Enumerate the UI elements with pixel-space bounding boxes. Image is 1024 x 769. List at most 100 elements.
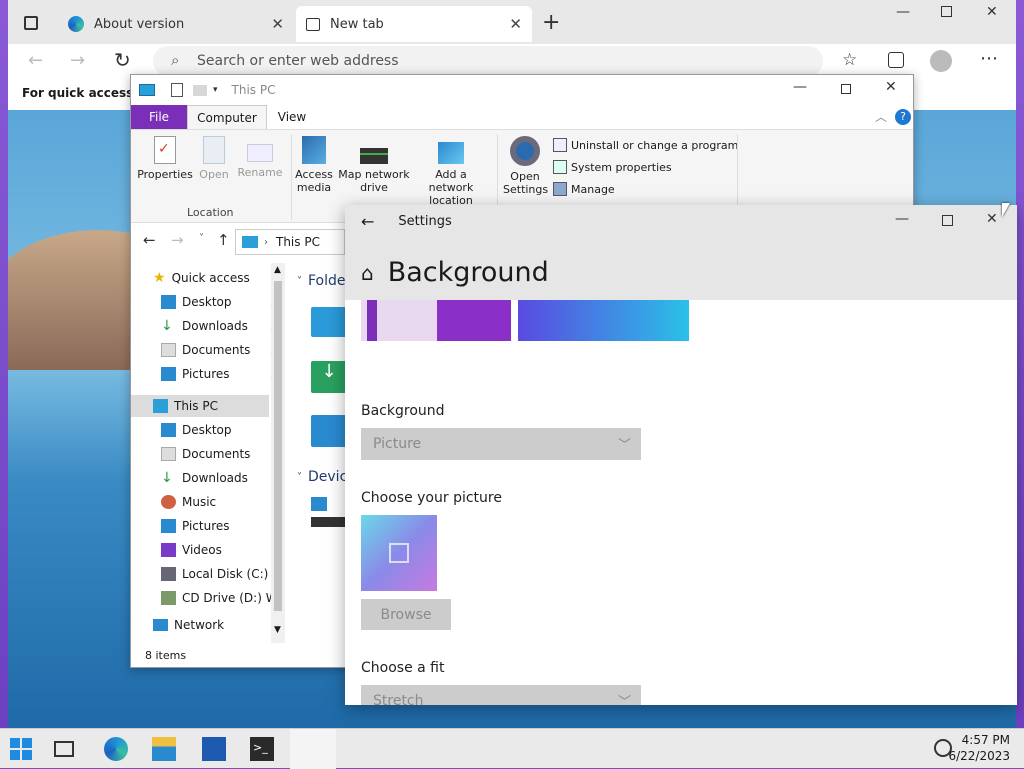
tab-actions-icon[interactable] (24, 16, 38, 30)
nav-pc-documents[interactable]: Documents (161, 443, 311, 465)
clock[interactable]: 4:57 PM 6/22/2023 (948, 732, 1010, 764)
close-icon[interactable]: ✕ (885, 79, 897, 95)
chevron-down-icon: ﹀ (617, 695, 631, 705)
access-media-button[interactable]: Access media (293, 136, 335, 194)
tab-new-tab[interactable]: New tab ✕ (296, 6, 532, 42)
folder-qa-icon[interactable] (193, 84, 207, 96)
windows-drive-icon[interactable] (311, 497, 327, 511)
minimize-icon[interactable]: — (895, 211, 909, 227)
address-chevron-icon: › (264, 236, 268, 248)
back-icon[interactable]: ← (143, 231, 156, 249)
folders-group-header[interactable]: ˅ Folde (297, 273, 346, 289)
nav-this-pc[interactable]: This PC (131, 395, 269, 417)
manage-button[interactable]: Manage (553, 182, 615, 196)
download-icon: ↓ (161, 470, 173, 486)
settings-header: ← Settings — ✕ ⌂ Background (345, 205, 1017, 300)
properties-icon: ✓ (154, 136, 176, 164)
location-group-label: Location (187, 206, 234, 219)
add-network-location-button[interactable]: Add a network location (413, 136, 489, 207)
terminal-icon[interactable]: >_ (250, 737, 274, 761)
uninstall-program-button[interactable]: Uninstall or change a program (553, 138, 738, 152)
tab-file[interactable]: File (131, 105, 187, 129)
devices-group-header[interactable]: ˅ Devic (297, 469, 347, 485)
chevron-down-icon: ˅ (297, 275, 302, 287)
tab-about-version[interactable]: About version ✕ (58, 6, 294, 42)
folder-pictures-tile[interactable] (311, 415, 347, 447)
nav-pc-pictures[interactable]: Pictures (161, 515, 311, 537)
nav-qa-documents[interactable]: Documents 📌 (161, 339, 311, 361)
tab-computer[interactable]: Computer (187, 105, 267, 129)
programs-icon (553, 138, 567, 152)
nav-pc-desktop[interactable]: Desktop (161, 419, 311, 441)
close-icon[interactable]: ✕ (986, 211, 998, 227)
background-dropdown[interactable]: Picture ﹀ (361, 428, 641, 460)
help-icon[interactable]: ? (895, 109, 911, 125)
task-view-icon[interactable] (54, 741, 74, 757)
refresh-icon[interactable]: ↻ (114, 48, 131, 72)
ribbon-collapse-icon[interactable]: ︿ (875, 108, 887, 125)
properties-qa-icon[interactable] (171, 83, 183, 97)
nav-scrollbar[interactable]: ▲ ▼ (271, 263, 285, 643)
fit-dropdown[interactable]: Stretch ﹀ (361, 685, 641, 705)
nav-qa-desktop[interactable]: Desktop 📌 (161, 291, 311, 313)
browse-button[interactable]: Browse (361, 599, 451, 630)
nav-qa-downloads[interactable]: ↓ Downloads 📌 (161, 315, 311, 337)
recent-locations-icon[interactable]: ˅ (199, 233, 204, 244)
close-icon[interactable]: ✕ (986, 4, 998, 20)
address-bar[interactable]: ⌕ Search or enter web address (153, 46, 823, 76)
forward-icon[interactable]: → (171, 231, 184, 249)
minimize-icon[interactable]: — (896, 4, 910, 20)
scroll-up-icon[interactable]: ▲ (274, 265, 281, 275)
nav-pc-cd-drive[interactable]: CD Drive (D:) Wi (161, 587, 271, 609)
quick-access-dropdown-icon[interactable]: ▾ (213, 85, 218, 95)
page-title: ⌂ Background (361, 257, 549, 288)
edge-icon[interactable] (104, 737, 128, 761)
picture-thumbnail[interactable] (361, 515, 437, 591)
favorites-icon[interactable]: ☆ (842, 50, 857, 70)
home-icon[interactable]: ⌂ (361, 261, 374, 285)
nav-pc-downloads[interactable]: ↓ Downloads (161, 467, 311, 489)
tab-view[interactable]: View (267, 105, 317, 129)
rename-icon (247, 144, 273, 162)
nav-qa-pictures[interactable]: Pictures 📌 (161, 363, 311, 385)
nav-pc-music[interactable]: Music (161, 491, 311, 513)
tab-bar: About version ✕ New tab ✕ + — ✕ (8, 0, 1016, 44)
media-icon (302, 136, 326, 164)
scroll-thumb[interactable] (274, 281, 282, 611)
scroll-down-icon[interactable]: ▼ (274, 625, 281, 635)
pictures-icon (161, 519, 176, 533)
maximize-icon[interactable] (942, 215, 953, 226)
forward-icon[interactable]: → (70, 50, 85, 71)
profile-avatar[interactable] (930, 50, 952, 72)
close-tab-icon[interactable]: ✕ (509, 15, 522, 33)
explorer-titlebar: ▾ This PC — ✕ (131, 75, 913, 105)
maximize-icon[interactable] (941, 6, 952, 17)
chevron-down-icon: ˅ (297, 471, 302, 483)
back-icon[interactable]: ← (28, 50, 43, 71)
minimize-icon[interactable]: — (793, 79, 807, 95)
open-settings-button[interactable]: Open Settings (503, 136, 548, 196)
system-properties-button[interactable]: System properties (553, 160, 672, 174)
system-properties-icon (553, 160, 567, 174)
folder-desktop-tile[interactable] (311, 307, 347, 337)
more-options-icon[interactable]: ⋯ (980, 48, 998, 69)
new-tab-plus-icon[interactable]: + (542, 10, 560, 35)
folder-downloads-tile[interactable]: ↓ (311, 361, 347, 393)
nav-pc-videos[interactable]: Videos (161, 539, 311, 561)
nav-pc-local-disk[interactable]: Local Disk (C:) (161, 563, 311, 585)
up-icon[interactable]: ↑ (217, 231, 230, 249)
preview-tile-c (518, 300, 689, 341)
explorer-address-bar[interactable]: › This PC (235, 229, 345, 255)
close-tab-icon[interactable]: ✕ (271, 15, 284, 33)
map-network-drive-button[interactable]: Map network drive (337, 136, 411, 194)
active-app-highlight[interactable] (290, 729, 336, 769)
download-icon: ↓ (161, 318, 173, 334)
collections-icon[interactable] (888, 52, 904, 68)
back-icon[interactable]: ← (361, 212, 374, 231)
file-explorer-icon[interactable] (152, 737, 176, 761)
maximize-icon[interactable] (841, 84, 851, 94)
tab-label: About version (94, 16, 185, 32)
start-icon[interactable] (10, 738, 32, 760)
media-player-icon[interactable] (202, 737, 226, 761)
properties-button[interactable]: ✓ Properties (137, 136, 193, 181)
